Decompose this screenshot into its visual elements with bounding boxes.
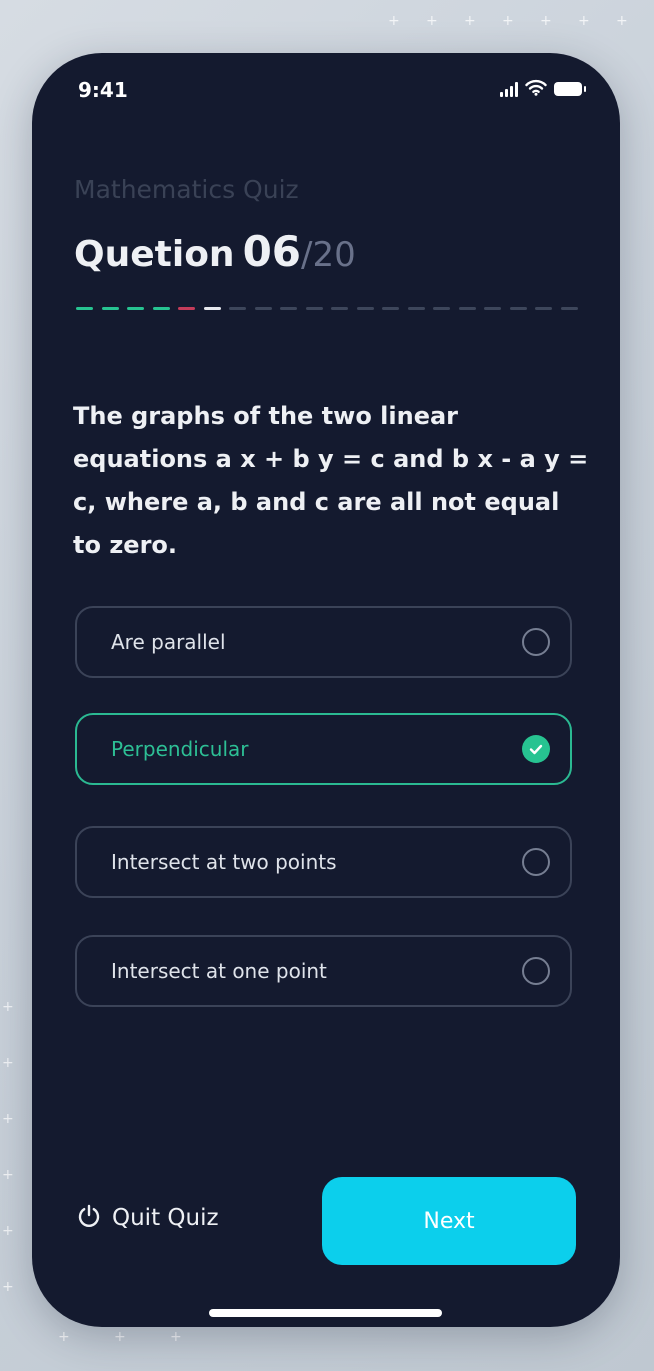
- quit-quiz-button[interactable]: Quit Quiz: [76, 1203, 219, 1233]
- plus-decoration-icon: +: [2, 1279, 14, 1295]
- answer-option-are-parallel[interactable]: Are parallel: [75, 606, 572, 678]
- plus-decoration-icon: +: [170, 1329, 182, 1345]
- plus-decoration-icon: +: [2, 1055, 14, 1071]
- progress-segment-upcoming: [382, 307, 399, 310]
- progress-segment-upcoming: [535, 307, 552, 310]
- progress-segment-correct: [76, 307, 93, 310]
- quit-quiz-label: Quit Quiz: [112, 1205, 219, 1231]
- signal-icon: [500, 81, 518, 97]
- question-separator: /: [301, 235, 313, 275]
- plus-decoration-icon: +: [58, 1329, 70, 1345]
- plus-decoration-icon: +: [578, 13, 590, 29]
- plus-decoration-icon: +: [114, 1329, 126, 1345]
- radio-unchecked-icon: [522, 957, 550, 985]
- question-total: 20: [312, 235, 356, 275]
- question-current-number: 06: [242, 227, 302, 276]
- progress-segment-upcoming: [356, 307, 374, 310]
- progress-segment-upcoming: [458, 307, 476, 310]
- answer-option-perpendicular[interactable]: Perpendicular: [75, 713, 572, 785]
- progress-segment-upcoming: [229, 307, 246, 310]
- wifi-icon: [525, 79, 547, 100]
- plus-decoration-icon: +: [2, 999, 14, 1015]
- next-button[interactable]: Next: [322, 1177, 576, 1265]
- progress-segment-correct: [127, 307, 144, 310]
- radio-unchecked-icon: [522, 848, 550, 876]
- home-indicator: [209, 1309, 442, 1317]
- radio-unchecked-icon: [522, 628, 550, 656]
- plus-decoration-icon: +: [426, 13, 438, 29]
- plus-decoration-icon: +: [2, 1167, 14, 1183]
- quiz-progress: [76, 307, 578, 311]
- battery-icon: [554, 82, 586, 96]
- check-circle-icon: [522, 735, 550, 763]
- answer-option-label: Intersect at two points: [111, 850, 337, 874]
- progress-segment-upcoming: [407, 307, 425, 310]
- status-icons: [500, 79, 586, 100]
- progress-segment-upcoming: [484, 307, 501, 310]
- plus-decoration-icon: +: [388, 13, 400, 29]
- progress-segment-upcoming: [509, 307, 527, 310]
- progress-segment-upcoming: [254, 307, 272, 310]
- plus-decoration-icon: +: [2, 1111, 14, 1127]
- phone-screen: 9:41 Mathematics Quiz Quetion 06/20 The g…: [32, 53, 620, 1327]
- question-text: The graphs of the two linear equations a…: [73, 402, 589, 559]
- answer-option-label: Are parallel: [111, 630, 226, 654]
- plus-decoration-icon: +: [616, 13, 628, 29]
- plus-decoration-icon: +: [464, 13, 476, 29]
- progress-segment-upcoming: [280, 307, 297, 310]
- progress-segment-upcoming: [433, 307, 450, 310]
- question-title: Quetion 06/20: [74, 227, 356, 276]
- plus-decoration-icon: +: [502, 13, 514, 29]
- progress-segment-upcoming: [560, 307, 578, 310]
- quiz-subject: Mathematics Quiz: [74, 175, 299, 204]
- power-icon: [76, 1203, 102, 1233]
- progress-segment-current: [203, 307, 221, 310]
- question-label: Quetion: [74, 234, 235, 275]
- progress-segment-upcoming: [331, 307, 348, 310]
- plus-decoration-icon: +: [2, 1223, 14, 1239]
- answer-option-intersect-one-point[interactable]: Intersect at one point: [75, 935, 572, 1007]
- answer-option-label: Perpendicular: [111, 737, 249, 761]
- progress-segment-upcoming: [305, 307, 323, 310]
- status-time: 9:41: [78, 78, 128, 102]
- answer-option-label: Intersect at one point: [111, 959, 327, 983]
- plus-decoration-icon: +: [540, 13, 552, 29]
- progress-segment-wrong: [178, 307, 195, 310]
- progress-segment-correct: [152, 307, 170, 310]
- progress-segment-correct: [101, 307, 119, 310]
- answer-option-intersect-two-points[interactable]: Intersect at two points: [75, 826, 572, 898]
